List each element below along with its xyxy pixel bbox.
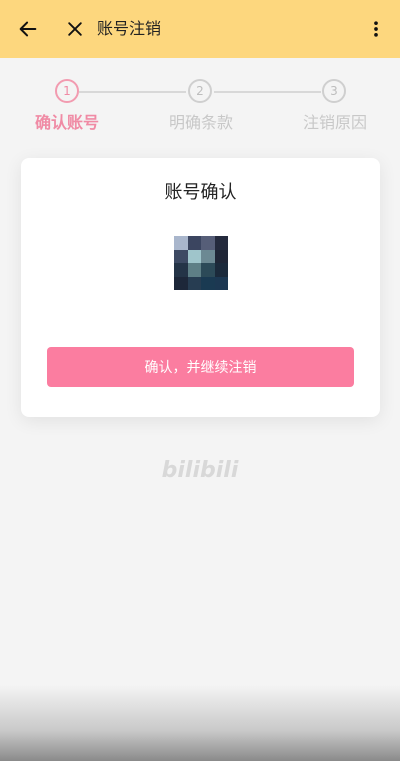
confirm-continue-button[interactable]: 确认，并继续注销 [47, 347, 354, 387]
page-title: 账号注销 [97, 19, 162, 38]
step-1-indicator: 1 [55, 79, 79, 103]
card-title: 账号确认 [164, 182, 237, 203]
step-3-label: 注销原因 [302, 113, 367, 132]
bottom-shade [0, 685, 400, 761]
bilibili-logo: bilibili [161, 458, 239, 483]
step-2-indicator: 2 [188, 79, 212, 103]
step-connector [214, 91, 321, 93]
close-icon [68, 22, 82, 36]
account-confirm-card: 账号确认 确认，并继续注销 [21, 158, 380, 417]
avatar [174, 236, 228, 290]
step-1-label: 确认账号 [34, 113, 99, 132]
step-3-indicator: 3 [322, 79, 346, 103]
more-options-button[interactable] [362, 15, 390, 43]
back-button[interactable] [14, 15, 42, 43]
more-vertical-icon [374, 21, 378, 37]
arrow-left-icon [19, 21, 37, 37]
top-app-bar: 账号注销 [0, 0, 400, 58]
close-button[interactable] [61, 15, 89, 43]
step-2-label: 明确条款 [168, 113, 233, 132]
step-connector [79, 91, 186, 93]
